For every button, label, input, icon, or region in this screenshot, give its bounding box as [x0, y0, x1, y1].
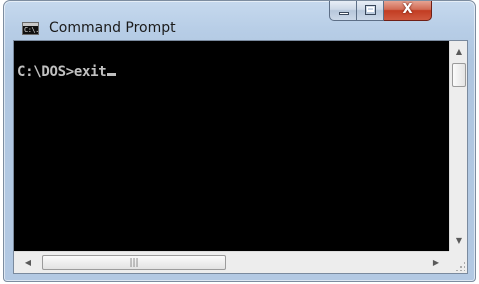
minimize-icon [339, 12, 349, 15]
scroll-right-arrow-icon[interactable]: ▶ [428, 254, 444, 271]
console-icon[interactable]: C:\. [22, 22, 39, 35]
console-icon-glyph: C:\. [24, 26, 39, 34]
maximize-button[interactable] [357, 1, 384, 21]
close-icon: X [402, 2, 413, 17]
text-cursor [107, 73, 117, 76]
horizontal-scroll-thumb[interactable]: ||| [42, 255, 226, 270]
title-bar[interactable]: C:\. Command Prompt X [4, 1, 475, 39]
scroll-grip-icon: ||| [129, 258, 139, 268]
minimize-button[interactable] [329, 1, 357, 21]
resize-grip-icon[interactable] [455, 261, 465, 271]
console-output[interactable]: C:\DOS>exit [14, 41, 449, 251]
scroll-left-arrow-icon[interactable]: ◀ [20, 254, 36, 271]
maximize-icon [365, 5, 376, 15]
client-area: C:\DOS>exit ▲ ▼ ◀ ||| ▶ [13, 40, 468, 274]
scroll-up-arrow-icon[interactable]: ▲ [450, 43, 468, 60]
vertical-scroll-thumb[interactable] [452, 63, 466, 87]
console-command-text: C:\DOS>exit [17, 64, 107, 80]
close-button[interactable]: X [384, 1, 432, 21]
scroll-down-arrow-icon[interactable]: ▼ [450, 232, 468, 249]
scrollbar-corner [449, 251, 467, 273]
vertical-scrollbar[interactable]: ▲ ▼ [449, 41, 467, 251]
console-line: C:\DOS>exit [17, 64, 117, 80]
horizontal-scrollbar[interactable]: ◀ ||| ▶ [14, 251, 449, 273]
caption-buttons: X [329, 1, 432, 21]
window-title: Command Prompt [49, 20, 176, 36]
command-prompt-window: C:\. Command Prompt X C:\DOS>exit ▲ ▼ ◀ [3, 0, 476, 282]
